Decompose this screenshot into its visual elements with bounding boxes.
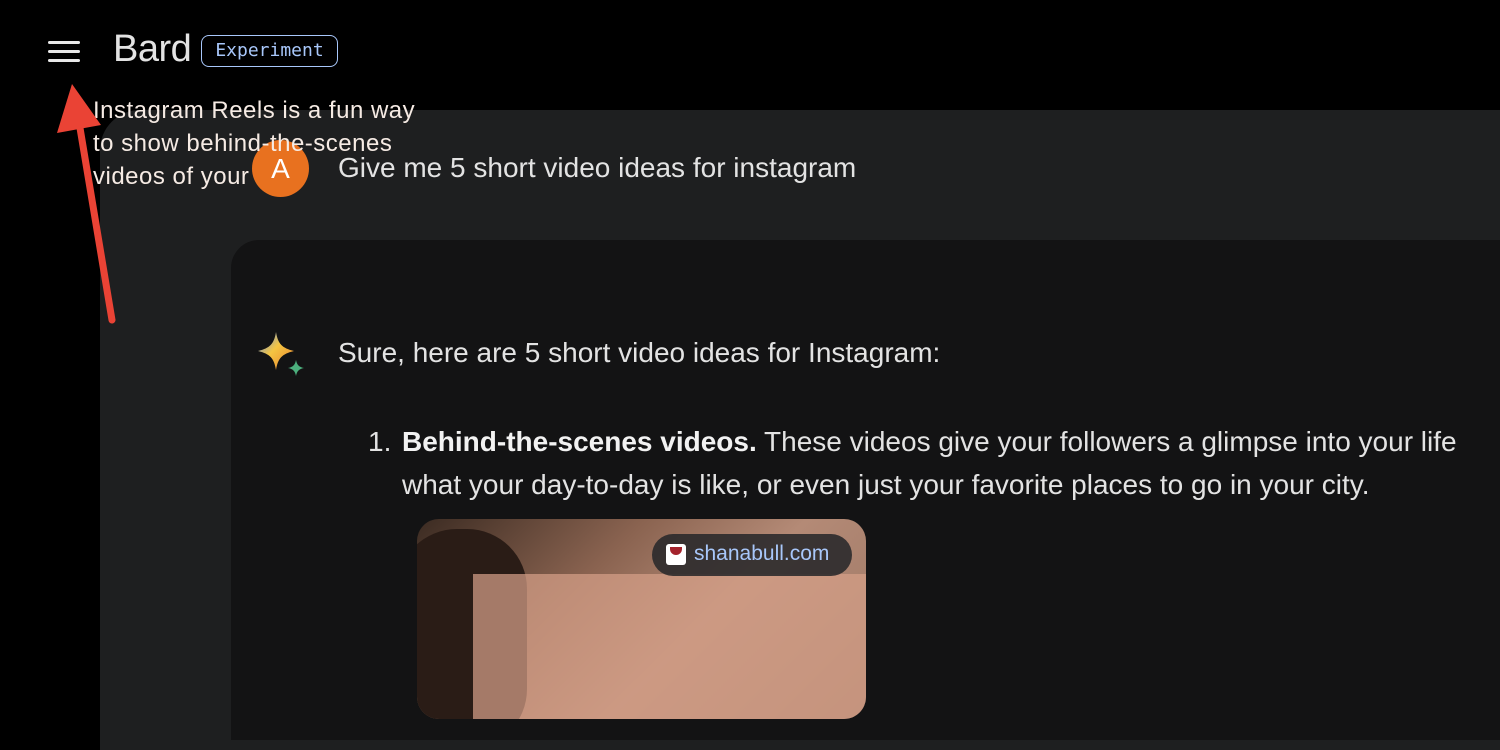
list-description: These videos give your followers a glimp… xyxy=(756,426,1457,457)
wine-glass-favicon-icon xyxy=(666,544,686,565)
source-link[interactable]: shanabull.com xyxy=(694,542,829,566)
thumbnail-overlay-card xyxy=(473,574,866,719)
source-chip[interactable]: shanabull.com xyxy=(652,534,852,576)
thumbnail-overlay-text: Instagram Reels is a fun way to show beh… xyxy=(93,97,416,190)
response-intro: Sure, here are 5 short video ideas for I… xyxy=(338,337,941,368)
red-arrow-annotation xyxy=(57,84,116,324)
list-text-line: Behind-the-scenes videos. These videos g… xyxy=(402,420,1457,463)
bard-sparkle-icon xyxy=(258,332,304,376)
experiment-badge: Experiment xyxy=(201,35,338,67)
list-title: Behind-the-scenes videos. xyxy=(402,426,757,457)
list-number: 1. xyxy=(368,426,392,457)
list-description-continued: what your day-to-day is like, or even ju… xyxy=(402,469,1370,500)
